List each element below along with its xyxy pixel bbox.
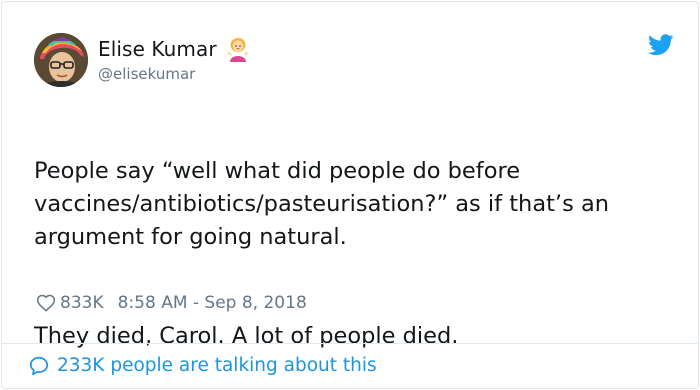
tweet-header: Elise Kumar @elisekumar bbox=[34, 30, 674, 90]
user-info: Elise Kumar @elisekumar bbox=[98, 36, 251, 84]
woman-shrugging-emoji-icon bbox=[225, 36, 251, 62]
twitter-bird-icon[interactable] bbox=[648, 34, 674, 56]
display-name[interactable]: Elise Kumar bbox=[98, 36, 251, 62]
user-handle[interactable]: @elisekumar bbox=[98, 64, 251, 84]
speech-bubble-icon bbox=[28, 355, 50, 377]
tweet-meta: 833K 8:58 AM - Sep 8, 2018 bbox=[36, 292, 307, 314]
tweet-timestamp[interactable]: 8:58 AM - Sep 8, 2018 bbox=[118, 292, 307, 314]
conversation-label: 233K people are talking about this bbox=[57, 355, 377, 376]
conversation-link[interactable]: 233K people are talking about this bbox=[28, 354, 377, 378]
tweet-paragraph-2: They died, Carol. A lot of people died. bbox=[34, 323, 459, 349]
display-name-text: Elise Kumar bbox=[98, 37, 217, 61]
tweet-text: People say “well what did people do befo… bbox=[34, 122, 674, 386]
tweet-paragraph-1: People say “well what did people do befo… bbox=[34, 158, 610, 250]
divider bbox=[2, 343, 698, 344]
tweet-card: Elise Kumar @elisekumar People say “well… bbox=[1, 1, 699, 389]
avatar-image bbox=[34, 33, 88, 87]
avatar[interactable] bbox=[34, 33, 88, 87]
heart-icon[interactable] bbox=[36, 293, 56, 313]
like-count[interactable]: 833K bbox=[60, 292, 104, 314]
